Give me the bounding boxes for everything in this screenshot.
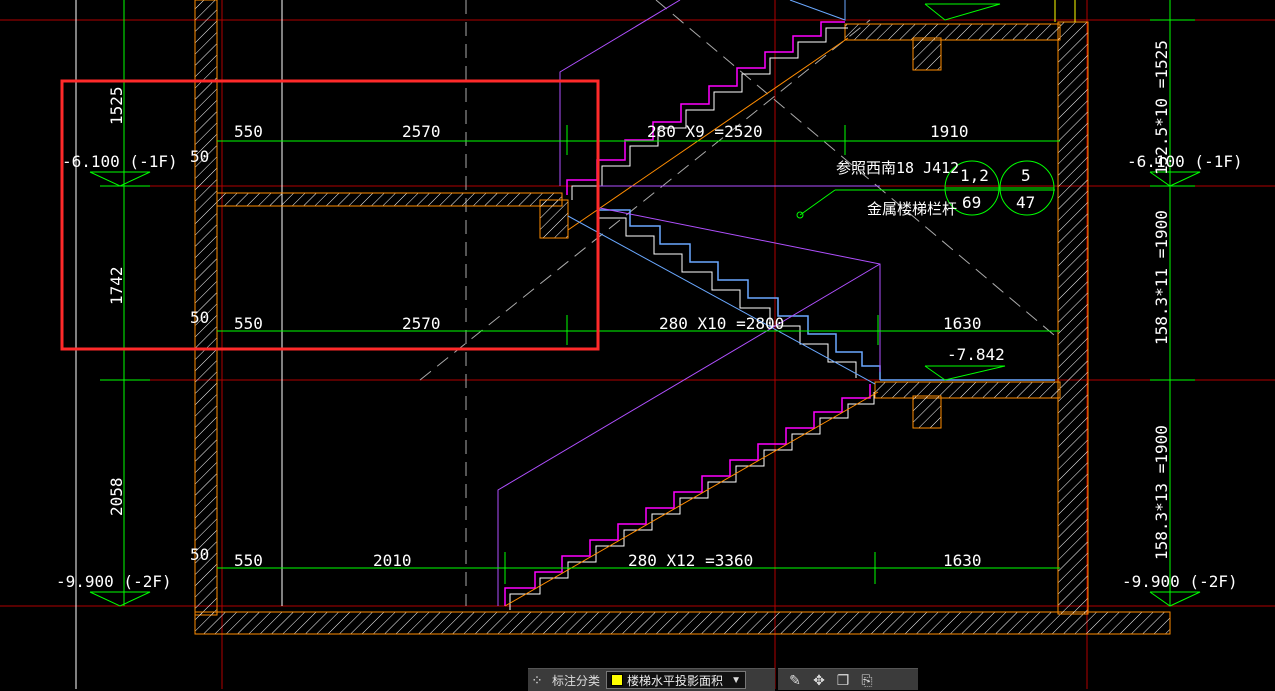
projection-outlines — [497, 0, 881, 606]
move-icon[interactable]: ✥ — [810, 671, 828, 689]
row3-gap: 50 — [190, 545, 209, 564]
dim-right-1: 152.5*10 =1525 — [1152, 40, 1171, 175]
row3-b: 2010 — [373, 551, 412, 570]
stair-flight-upper — [566, 0, 849, 231]
elevation-lower-left: -9.900 (-2F) — [56, 572, 172, 591]
edit-toolbar: ✎ ✥ ❐ ⎘ — [778, 668, 918, 690]
circle1-bottom: 69 — [962, 193, 981, 212]
elevation-upper-left: -6.100 (-1F) — [62, 152, 178, 171]
row3-d: 1630 — [943, 551, 982, 570]
dim-right-3: 158.3*13 =1900 — [1152, 425, 1171, 560]
dim-left-3: 2058 — [107, 477, 126, 516]
annotation-category-select[interactable]: 楼梯水平投影面积 ▼ — [606, 671, 747, 689]
chevron-down-icon: ▼ — [731, 674, 742, 686]
copy-icon[interactable]: ❐ — [834, 671, 852, 689]
row3-c: 280 X12 =3360 — [628, 551, 753, 570]
paste-icon[interactable]: ⎘ — [858, 671, 876, 689]
stair-flight-lower — [504, 384, 879, 610]
row2-b: 2570 — [402, 314, 441, 333]
circle1-top: 1,2 — [960, 166, 989, 185]
elevation-lower-right: -9.900 (-2F) — [1122, 572, 1238, 591]
row1-d: 1910 — [930, 122, 969, 141]
edit-icon[interactable]: ✎ — [786, 671, 804, 689]
row1-gap: 50 — [190, 147, 209, 166]
elevation-landing: -7.842 — [947, 345, 1005, 364]
row1-b: 2570 — [402, 122, 441, 141]
stair-flight-middle — [567, 209, 881, 385]
row1-c: 280 X9 =2520 — [647, 122, 763, 141]
note-reference: 参照西南18 J412 — [836, 159, 959, 177]
row2-a: 550 — [234, 314, 263, 333]
dimension-lines — [100, 0, 1195, 606]
row1-a: 550 — [234, 122, 263, 141]
circle2-bottom: 47 — [1016, 193, 1035, 212]
elevation-upper-right: -6.100 (-1F) — [1127, 152, 1243, 171]
yellow-lines — [1054, 0, 1076, 22]
grid-icon[interactable]: ⁘ — [528, 671, 546, 689]
selection-rectangle[interactable] — [60, 79, 600, 351]
annotation-toolbar: ⁘ 标注分类 楼梯水平投影面积 ▼ — [528, 668, 775, 691]
row2-gap: 50 — [190, 308, 209, 327]
annotation-category-label: 标注分类 — [552, 673, 601, 688]
cad-drawing-canvas[interactable]: -6.100 (-1F) -6.100 (-1F) -9.900 (-2F) -… — [0, 0, 1275, 689]
row3-a: 550 — [234, 551, 263, 570]
note-railing: 金属楼梯栏杆 — [867, 200, 957, 218]
dim-left-1: 1525 — [107, 86, 126, 125]
dim-left-2: 1742 — [107, 266, 126, 305]
row2-d: 1630 — [943, 314, 982, 333]
row2-c: 280 X10 =2800 — [659, 314, 784, 333]
dim-right-2: 158.3*11 =1900 — [1152, 210, 1171, 345]
color-swatch — [611, 674, 624, 686]
elevation-markers — [89, 3, 1201, 607]
circle2-top: 5 — [1021, 166, 1031, 185]
annotation-category-value: 楼梯水平投影面积 — [627, 673, 724, 688]
